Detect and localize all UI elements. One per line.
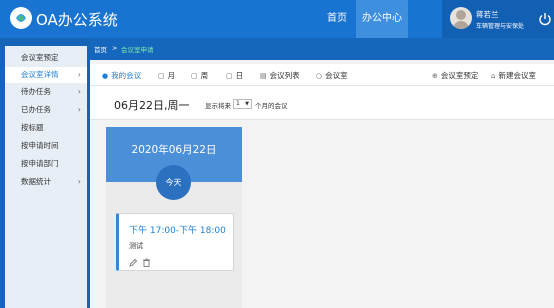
show-future-suffix: 个月的会议 [255,102,288,110]
breadcrumb-current: 会议室申请 [121,46,154,54]
sidebar-item-label: 已办任务 [21,105,51,114]
tab-label: 日 [235,71,244,80]
tab-label: 周 [200,71,209,80]
sidebar-item-todo[interactable]: 待办任务 › [5,84,87,100]
tab-day[interactable]: ▢ 日 [226,70,243,81]
meeting-event-card[interactable]: 下午 17:00-下午 18:00 测试 [116,213,234,271]
months-value: 1 [236,100,240,107]
sidebar: 会议室预定 会议室详情 › 待办任务 › 已办任务 › 按标题 按申请时间 按申请部门… [0,38,90,308]
date-subheader: 06月22日,周一 显示将来 1 ▼ 个月的会议 [90,86,554,120]
event-title: 测试 [129,242,143,250]
tab-label: 会议室 [325,71,348,80]
plus-circle-icon: ⊕ [432,72,438,80]
nav-office-center[interactable]: 办公中心 [356,0,408,38]
sidebar-item-label: 按申请时间 [21,141,59,150]
sidebar-menu: 会议室预定 会议室详情 › 待办任务 › 已办任务 › 按标题 按申请时间 按申请部门… [5,46,87,308]
circle-icon: ○ [316,72,323,80]
sidebar-item-label: 按标题 [21,123,44,132]
user-panel: 蒋若兰 车辆管理与安保处 [442,0,554,38]
tab-my-meetings[interactable]: ● 我的会议 [102,70,141,81]
sidebar-item-by-dept[interactable]: 按申请部门 [5,156,87,172]
sidebar-item-statistics[interactable]: 数据统计 › [5,174,87,190]
chevron-right-icon: › [77,105,81,114]
calendar-icon: ▢ [158,72,165,80]
sidebar-item-done[interactable]: 已办任务 › [5,102,87,118]
list-icon: ▤ [260,72,267,80]
chevron-right-icon: › [77,177,81,186]
tab-week[interactable]: ▢ 周 [191,70,208,81]
breadcrumb-separator: > [112,44,118,52]
tab-rooms[interactable]: ○ 会议室 [316,70,348,81]
day-header: 2020年06月22日 今天 [106,127,242,200]
user-department: 车辆管理与安保处 [476,23,525,30]
trash-icon[interactable] [142,258,151,267]
today-badge[interactable]: 今天 [156,165,191,200]
sidebar-item-label: 按申请部门 [21,159,59,168]
caret-down-icon: ▼ [245,101,249,107]
tab-label: 月 [167,71,176,80]
current-date: 06月22日,周一 [114,99,190,112]
book-room-button[interactable]: ⊕ 会议室预定 [432,70,478,81]
tab-label: 我的会议 [111,71,142,80]
button-label: 新建会议室 [498,71,536,80]
sidebar-item-by-title[interactable]: 按标题 [5,120,87,136]
chevron-right-icon: › [77,87,81,96]
sidebar-item-label: 待办任务 [21,87,51,96]
breadcrumb-home[interactable]: 首页 [94,44,107,54]
sidebar-item-label: 会议室详情 [21,70,59,79]
chevron-right-icon: › [77,70,81,79]
tab-label: 会议列表 [269,71,300,80]
home-icon: ⌂ [491,72,496,80]
calendar-toolbar: ● 我的会议 ▢ 月 ▢ 周 ▢ 日 ▤ 会议列表 ○ 会议室 ⊕ 会议室预定 ⌂ 新建会议室 [90,64,554,86]
sidebar-item-label: 数据统计 [21,177,51,186]
power-icon[interactable] [538,12,552,26]
sidebar-item-room-booking[interactable]: 会议室预定 [5,50,87,66]
months-select[interactable]: 1 ▼ [233,99,252,109]
show-future-prefix: 显示将来 [205,102,231,110]
sidebar-item-by-time[interactable]: 按申请时间 [5,138,87,154]
sidebar-item-room-details[interactable]: 会议室详情 › [5,67,87,83]
breadcrumb: 首页 > 会议室申请 [90,38,554,60]
edit-icon[interactable] [129,258,138,267]
tab-month[interactable]: ▢ 月 [158,70,175,81]
nav-home[interactable]: 首页 [318,0,356,38]
tab-meeting-list[interactable]: ▤ 会议列表 [260,70,300,81]
new-room-button[interactable]: ⌂ 新建会议室 [491,70,536,81]
app-title: OA办公系统 [36,11,118,29]
day-title: 2020年06月22日 [131,144,217,156]
button-label: 会议室预定 [440,71,479,80]
calendar-icon: ▢ [226,72,233,80]
sidebar-item-label: 会议室预定 [21,53,59,62]
event-time: 下午 17:00-下午 18:00 [129,226,226,236]
avatar[interactable] [450,7,472,29]
calendar-icon: ▢ [191,72,198,80]
top-header: OA办公系统 首页 办公中心 蒋若兰 车辆管理与安保处 [0,0,554,38]
user-icon: ● [102,72,109,80]
app-logo-icon [10,7,32,29]
user-name: 蒋若兰 [476,10,499,19]
